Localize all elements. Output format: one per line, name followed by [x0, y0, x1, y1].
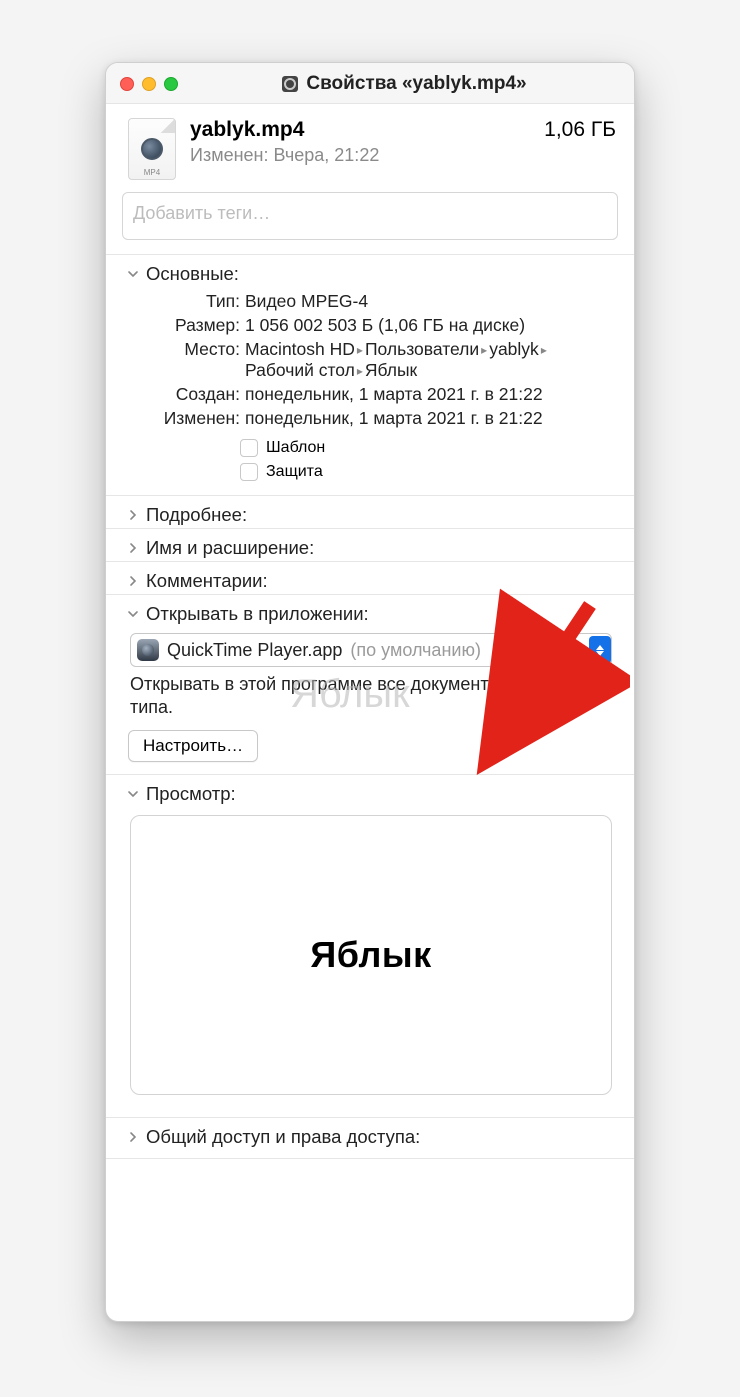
- open-with-default-suffix: (по умолчанию): [350, 640, 481, 661]
- kind-label: Тип:: [130, 291, 240, 312]
- created-value: понедельник, 1 марта 2021 г. в 21:22: [245, 384, 612, 405]
- section-name-ext: Имя и расширение:: [106, 528, 634, 561]
- get-info-window: Свойства «yablyk.mp4» MP4 yablyk.mp4 Изм…: [105, 62, 635, 1322]
- file-name: yablyk.mp4: [190, 118, 530, 142]
- section-preview: Просмотр: Яблык: [106, 774, 634, 1117]
- titlebar: Свойства «yablyk.mp4»: [106, 63, 634, 104]
- section-sharing-header[interactable]: Общий доступ и права доступа:: [126, 1126, 616, 1148]
- section-title: Комментарии:: [146, 570, 268, 592]
- open-with-app-name: QuickTime Player.app: [167, 640, 342, 661]
- section-preview-header[interactable]: Просмотр:: [126, 783, 616, 805]
- chevron-down-icon: [126, 787, 140, 801]
- section-title: Открывать в приложении:: [146, 603, 369, 625]
- file-size: 1,06 ГБ: [544, 118, 616, 142]
- close-button[interactable]: [120, 77, 134, 91]
- template-row: Шаблон: [126, 439, 616, 457]
- quicktime-file-icon: [281, 75, 299, 93]
- locked-row: Защита: [126, 463, 616, 481]
- section-sharing: Общий доступ и права доступа:: [106, 1117, 634, 1159]
- quicktime-app-icon: [137, 639, 159, 661]
- section-title: Основные:: [146, 263, 239, 285]
- section-title: Просмотр:: [146, 783, 236, 805]
- zoom-button[interactable]: [164, 77, 178, 91]
- locked-checkbox[interactable]: [240, 463, 258, 481]
- section-general: Основные: Тип: Видео MPEG-4 Размер: 1 05…: [106, 254, 634, 495]
- section-comments: Комментарии:: [106, 561, 634, 594]
- chevron-down-icon: [126, 267, 140, 281]
- open-with-dropdown[interactable]: QuickTime Player.app (по умолчанию): [130, 633, 612, 667]
- preview-thumbnail: Яблык: [130, 815, 612, 1095]
- where-value: Macintosh HD▸Пользователи▸yablyk▸Рабочий…: [245, 339, 612, 381]
- window-title-wrap: Свойства «yablyk.mp4»: [186, 73, 622, 95]
- modified-label: Изменен:: [130, 408, 240, 429]
- kind-value: Видео MPEG-4: [245, 291, 612, 312]
- section-title: Подробнее:: [146, 504, 247, 526]
- file-thumbnail-icon: MP4: [128, 118, 176, 180]
- file-ext-badge: MP4: [144, 168, 160, 177]
- file-header: MP4 yablyk.mp4 Изменен: Вчера, 21:22 1,0…: [106, 104, 634, 186]
- template-label: Шаблон: [266, 439, 325, 457]
- section-title: Общий доступ и права доступа:: [146, 1126, 420, 1148]
- where-label: Место:: [130, 339, 240, 381]
- section-name-ext-header[interactable]: Имя и расширение:: [126, 537, 616, 559]
- window-title: Свойства «yablyk.mp4»: [306, 73, 526, 95]
- chevron-right-icon: [126, 508, 140, 522]
- preview-content-text: Яблык: [310, 934, 431, 976]
- section-comments-header[interactable]: Комментарии:: [126, 570, 616, 592]
- section-open-with: Открывать в приложении: QuickTime Player…: [106, 594, 634, 774]
- section-title: Имя и расширение:: [146, 537, 314, 559]
- tags-input[interactable]: Добавить теги…: [122, 192, 618, 240]
- section-more-header[interactable]: Подробнее:: [126, 504, 616, 526]
- size-value: 1 056 002 503 Б (1,06 ГБ на диске): [245, 315, 612, 336]
- section-more: Подробнее:: [106, 495, 634, 528]
- section-general-header[interactable]: Основные:: [126, 263, 616, 285]
- chevron-down-icon: [126, 607, 140, 621]
- minimize-button[interactable]: [142, 77, 156, 91]
- locked-label: Защита: [266, 463, 323, 481]
- chevron-right-icon: [126, 574, 140, 588]
- file-modified-short: Изменен: Вчера, 21:22: [190, 145, 530, 166]
- open-with-description: Открывать в этой программе все документы…: [126, 673, 616, 728]
- modified-value: понедельник, 1 марта 2021 г. в 21:22: [245, 408, 612, 429]
- chevron-right-icon: [126, 541, 140, 555]
- created-label: Создан:: [130, 384, 240, 405]
- section-open-with-header[interactable]: Открывать в приложении:: [126, 603, 616, 625]
- template-checkbox[interactable]: [240, 439, 258, 457]
- chevron-right-icon: [126, 1130, 140, 1144]
- size-label: Размер:: [130, 315, 240, 336]
- change-all-button[interactable]: Настроить…: [128, 730, 258, 762]
- dropdown-stepper-icon: [589, 636, 611, 664]
